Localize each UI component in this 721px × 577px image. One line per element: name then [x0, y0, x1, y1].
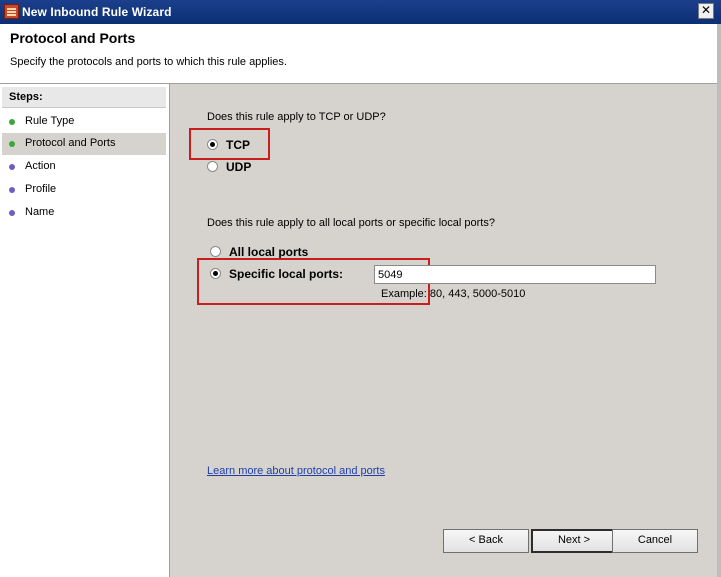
next-button[interactable]: Next > [531, 529, 617, 553]
step-done-bullet-icon [9, 119, 15, 125]
page-title: Protocol and Ports [10, 30, 136, 46]
steps-heading: Steps: [2, 87, 166, 108]
step-protocol-and-ports[interactable]: Protocol and Ports [2, 133, 166, 155]
ports-example-hint: Example: 80, 443, 5000-5010 [381, 288, 526, 300]
step-label: Rule Type [25, 115, 75, 127]
all-local-ports-label[interactable]: All local ports [229, 245, 308, 259]
window-title: New Inbound Rule Wizard [22, 5, 172, 19]
title-bar: New Inbound Rule Wizard ✕ [0, 0, 721, 24]
all-local-ports-radio[interactable] [210, 246, 221, 257]
step-label: Action [25, 160, 56, 172]
ports-question: Does this rule apply to all local ports … [207, 217, 495, 229]
back-button[interactable]: < Back [443, 529, 529, 553]
wizard-header: Protocol and Ports Specify the protocols… [0, 24, 717, 84]
protocol-question: Does this rule apply to TCP or UDP? [207, 111, 386, 123]
step-rule-type[interactable]: Rule Type [2, 111, 166, 133]
learn-more-link[interactable]: Learn more about protocol and ports [207, 465, 385, 477]
step-action[interactable]: Action [2, 156, 166, 178]
cancel-button[interactable]: Cancel [612, 529, 698, 553]
tcp-label[interactable]: TCP [226, 138, 250, 152]
step-name[interactable]: Name [2, 202, 166, 224]
step-label: Name [25, 206, 55, 218]
firewall-icon [4, 4, 19, 19]
wizard-content: Does this rule apply to TCP or UDP? TCP … [170, 84, 717, 577]
tcp-radio[interactable] [207, 139, 218, 150]
close-button[interactable]: ✕ [698, 3, 714, 19]
udp-radio[interactable] [207, 161, 218, 172]
specific-local-ports-radio[interactable] [210, 268, 221, 279]
step-current-bullet-icon [9, 141, 15, 147]
step-profile[interactable]: Profile [2, 179, 166, 201]
page-description: Specify the protocols and ports to which… [10, 56, 287, 68]
step-label: Profile [25, 183, 57, 195]
udp-label[interactable]: UDP [226, 160, 251, 174]
steps-panel: Steps: Rule Type Protocol and Ports Acti… [0, 84, 170, 577]
step-pending-bullet-icon [9, 210, 15, 216]
local-ports-input[interactable] [374, 265, 656, 284]
step-pending-bullet-icon [9, 164, 15, 170]
step-label: Protocol and Ports [25, 137, 116, 149]
window-border [717, 24, 721, 577]
step-pending-bullet-icon [9, 187, 15, 193]
steps-heading-label: Steps: [9, 91, 43, 103]
specific-local-ports-label[interactable]: Specific local ports: [229, 267, 343, 281]
